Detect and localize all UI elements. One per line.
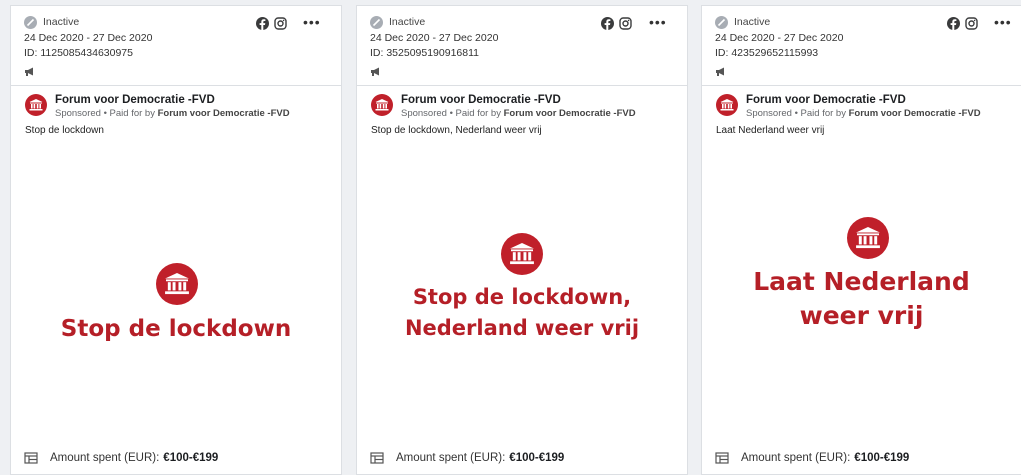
ad-card: Inactive 24 Dec 2020 - 27 Dec 2020 ID: 1… — [10, 5, 342, 475]
ad-creative-image[interactable]: Laat Nederland weer vrij — [702, 145, 1021, 453]
status-label: Inactive — [734, 16, 771, 28]
page-logo-icon[interactable] — [25, 94, 47, 116]
paid-for-by: Forum voor Democratie -FVD — [503, 108, 636, 119]
date-range: 24 Dec 2020 - 27 Dec 2020 — [370, 32, 499, 44]
spend-row: Amount spent (EUR): €100-€199 — [715, 452, 909, 464]
ad-header: Forum voor Democratie -FVD Sponsored • P… — [11, 86, 341, 124]
instagram-icon — [965, 17, 978, 35]
spend-label: Amount spent (EUR): — [741, 452, 851, 464]
page-logo-icon[interactable] — [371, 94, 393, 116]
fvd-logo-icon — [501, 233, 543, 275]
page-name-link[interactable]: Forum voor Democratie -FVD — [55, 94, 290, 107]
slogan-line: Nederland weer vrij — [404, 316, 640, 340]
spend-label: Amount spent (EUR): — [396, 452, 506, 464]
fvd-logo-icon — [156, 263, 198, 305]
page-name-link[interactable]: Forum voor Democratie -FVD — [746, 94, 981, 107]
ad-body-text: Stop de lockdown — [25, 125, 104, 136]
ad-id: ID: 423529652115993 — [715, 47, 819, 59]
megaphone-icon — [370, 63, 687, 76]
paid-for-by: Forum voor Democratie -FVD — [848, 108, 981, 119]
instagram-icon — [274, 17, 287, 35]
fvd-logo-icon — [847, 217, 889, 259]
inactive-status-icon — [370, 15, 383, 29]
page-name-link[interactable]: Forum voor Democratie -FVD — [401, 94, 636, 107]
sponsored-line: Sponsored • Paid for by Forum voor Democ… — [55, 107, 290, 120]
ad-card: Inactive 24 Dec 2020 - 27 Dec 2020 ID: 4… — [701, 5, 1021, 475]
ad-header: Forum voor Democratie -FVD Sponsored • P… — [702, 86, 1021, 124]
spend-row: Amount spent (EUR): €100-€199 — [24, 452, 218, 464]
platform-icons — [256, 17, 287, 35]
paid-for-by: Forum voor Democratie -FVD — [157, 108, 290, 119]
ad-id: ID: 3525095190916811 — [370, 47, 479, 59]
inactive-status-icon — [715, 15, 728, 29]
facebook-icon — [256, 17, 269, 35]
slogan: Stop de lockdown — [11, 314, 341, 345]
platform-icons — [947, 17, 978, 35]
spend-icon — [715, 452, 729, 464]
platform-icons — [601, 17, 632, 35]
megaphone-icon — [715, 63, 1021, 76]
sponsored-prefix: Sponsored • Paid for by — [55, 108, 155, 119]
slogan: Laat Nederland weer vrij — [702, 265, 1021, 333]
status-label: Inactive — [389, 16, 426, 28]
slogan: Stop de lockdown, Nederland weer vrij — [357, 282, 687, 344]
status-row: Inactive — [24, 14, 341, 30]
ad-body-text: Laat Nederland weer vrij — [716, 125, 825, 136]
ad-creative-image[interactable]: Stop de lockdown, Nederland weer vrij — [357, 145, 687, 453]
ad-id: ID: 1125085434630975 — [24, 47, 133, 59]
ad-creative-image[interactable]: Stop de lockdown — [11, 145, 341, 453]
sponsored-line: Sponsored • Paid for by Forum voor Democ… — [746, 107, 981, 120]
ad-meta: Inactive 24 Dec 2020 - 27 Dec 2020 ID: 1… — [11, 6, 341, 86]
ad-meta: Inactive 24 Dec 2020 - 27 Dec 2020 ID: 3… — [357, 6, 687, 86]
sponsored-prefix: Sponsored • Paid for by — [746, 108, 846, 119]
more-options-icon[interactable]: ••• — [994, 15, 1012, 29]
date-range: 24 Dec 2020 - 27 Dec 2020 — [24, 32, 153, 44]
ad-body-text: Stop de lockdown, Nederland weer vrij — [371, 125, 542, 136]
ad-meta: Inactive 24 Dec 2020 - 27 Dec 2020 ID: 4… — [702, 6, 1021, 86]
slogan-line: Stop de lockdown — [60, 316, 292, 342]
status-row: Inactive — [370, 14, 687, 30]
more-options-icon[interactable]: ••• — [649, 15, 667, 29]
megaphone-icon — [24, 63, 341, 76]
spend-label: Amount spent (EUR): — [50, 452, 160, 464]
spend-icon — [370, 452, 384, 464]
facebook-icon — [601, 17, 614, 35]
status-label: Inactive — [43, 16, 80, 28]
ad-header: Forum voor Democratie -FVD Sponsored • P… — [357, 86, 687, 124]
spend-value: €100-€199 — [854, 452, 910, 464]
more-options-icon[interactable]: ••• — [303, 15, 321, 29]
spend-row: Amount spent (EUR): €100-€199 — [370, 452, 564, 464]
inactive-status-icon — [24, 15, 37, 29]
sponsored-prefix: Sponsored • Paid for by — [401, 108, 501, 119]
ad-card: Inactive 24 Dec 2020 - 27 Dec 2020 ID: 3… — [356, 5, 688, 475]
sponsored-line: Sponsored • Paid for by Forum voor Democ… — [401, 107, 636, 120]
page-logo-icon[interactable] — [716, 94, 738, 116]
instagram-icon — [619, 17, 632, 35]
spend-icon — [24, 452, 38, 464]
facebook-icon — [947, 17, 960, 35]
slogan-line: Laat Nederland — [753, 267, 970, 296]
spend-value: €100-€199 — [509, 452, 565, 464]
slogan-line: weer vrij — [799, 301, 924, 330]
slogan-line: Stop de lockdown, — [412, 285, 632, 309]
spend-value: €100-€199 — [163, 452, 219, 464]
